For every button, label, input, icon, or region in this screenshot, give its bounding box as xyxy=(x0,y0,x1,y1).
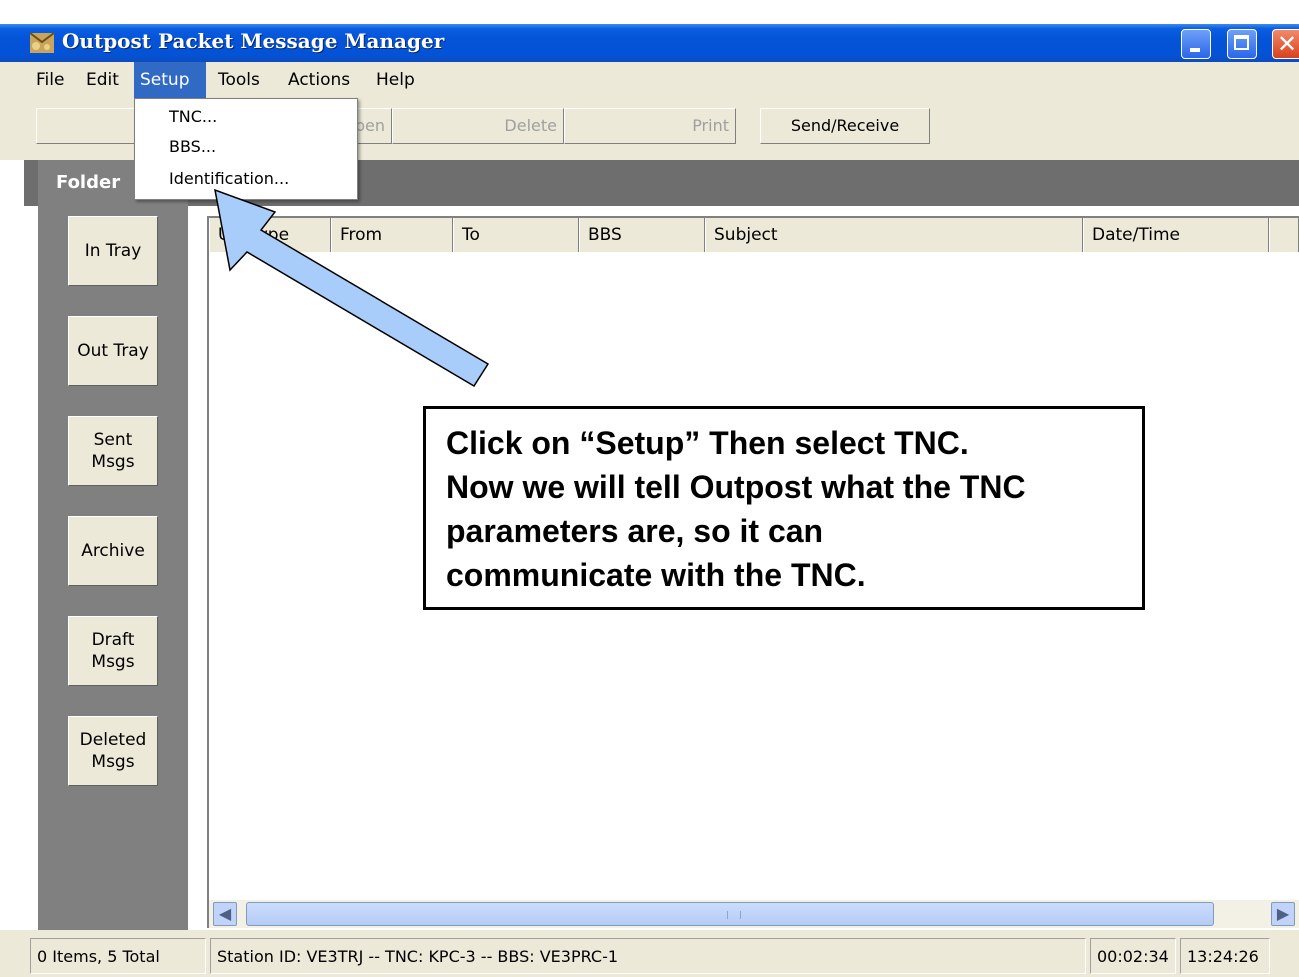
scroll-right-icon[interactable]: ▶ xyxy=(1271,902,1295,926)
folder-sent-msgs[interactable]: Sent Msgs xyxy=(68,416,158,486)
maximize-icon xyxy=(1234,35,1249,50)
close-icon: ✕ xyxy=(1276,30,1298,58)
status-clock: 13:24:26 xyxy=(1180,938,1270,974)
menu-item-identification[interactable]: Identification... xyxy=(169,169,289,188)
menu-help[interactable]: Help xyxy=(370,62,421,98)
scroll-left-icon[interactable]: ◀ xyxy=(213,902,237,926)
callout-text: Click on “Setup” Then select TNC. Now we… xyxy=(446,425,1026,593)
column-from[interactable]: From xyxy=(331,218,453,252)
folder-deleted-msgs[interactable]: Deleted Msgs xyxy=(68,716,158,786)
app-icon xyxy=(29,32,55,53)
menu-item-tnc[interactable]: TNC... xyxy=(169,107,217,126)
outpost-window: Outpost Packet Message Manager ✕ File Ed… xyxy=(0,0,1299,977)
window-title: Outpost Packet Message Manager xyxy=(62,29,445,53)
minimize-icon xyxy=(1190,48,1200,52)
send-receive-button[interactable]: Send/Receive xyxy=(760,108,930,144)
horizontal-scrollbar[interactable]: ◀ ▶ xyxy=(209,900,1299,928)
menu-setup[interactable]: Setup xyxy=(134,62,206,98)
column-to[interactable]: To xyxy=(453,218,579,252)
menu-tools[interactable]: Tools xyxy=(212,62,266,98)
message-list-header: U Type From To BBS Subject Date/Time xyxy=(209,218,1299,252)
close-button[interactable]: ✕ xyxy=(1272,29,1299,59)
status-station-info: Station ID: VE3TRJ -- TNC: KPC-3 -- BBS:… xyxy=(210,938,1086,974)
menu-bar: File Edit Setup Tools Actions Help xyxy=(0,62,1299,99)
status-item-count: 0 Items, 5 Total xyxy=(30,938,206,974)
status-elapsed-time: 00:02:34 xyxy=(1090,938,1176,974)
maximize-button[interactable] xyxy=(1227,29,1257,59)
menu-actions[interactable]: Actions xyxy=(282,62,356,98)
column-type[interactable]: Type xyxy=(241,218,331,252)
menu-item-bbs[interactable]: BBS... xyxy=(169,137,216,156)
folder-archive[interactable]: Archive xyxy=(68,516,158,586)
column-subject[interactable]: Subject xyxy=(705,218,1083,252)
column-bbs[interactable]: BBS xyxy=(579,218,705,252)
column-date-time[interactable]: Date/Time xyxy=(1083,218,1269,252)
folder-out-tray[interactable]: Out Tray xyxy=(68,316,158,386)
scroll-thumb[interactable] xyxy=(246,902,1214,926)
folder-label: Folder xyxy=(56,172,121,193)
instruction-callout: Click on “Setup” Then select TNC. Now we… xyxy=(423,406,1145,610)
status-bar: 0 Items, 5 Total Station ID: VE3TRJ -- T… xyxy=(0,930,1299,977)
setup-dropdown-menu: TNC... BBS... Identification... xyxy=(134,98,358,200)
menu-file[interactable]: File xyxy=(30,62,70,98)
column-u[interactable]: U xyxy=(209,218,241,252)
folder-draft-msgs[interactable]: Draft Msgs xyxy=(68,616,158,686)
grip-icon xyxy=(727,911,741,919)
folder-in-tray[interactable]: In Tray xyxy=(68,216,158,286)
delete-button[interactable]: Delete xyxy=(392,108,564,144)
print-button[interactable]: Print xyxy=(564,108,736,144)
column-extra xyxy=(1269,218,1299,252)
minimize-button[interactable] xyxy=(1181,29,1211,59)
menu-edit[interactable]: Edit xyxy=(80,62,125,98)
